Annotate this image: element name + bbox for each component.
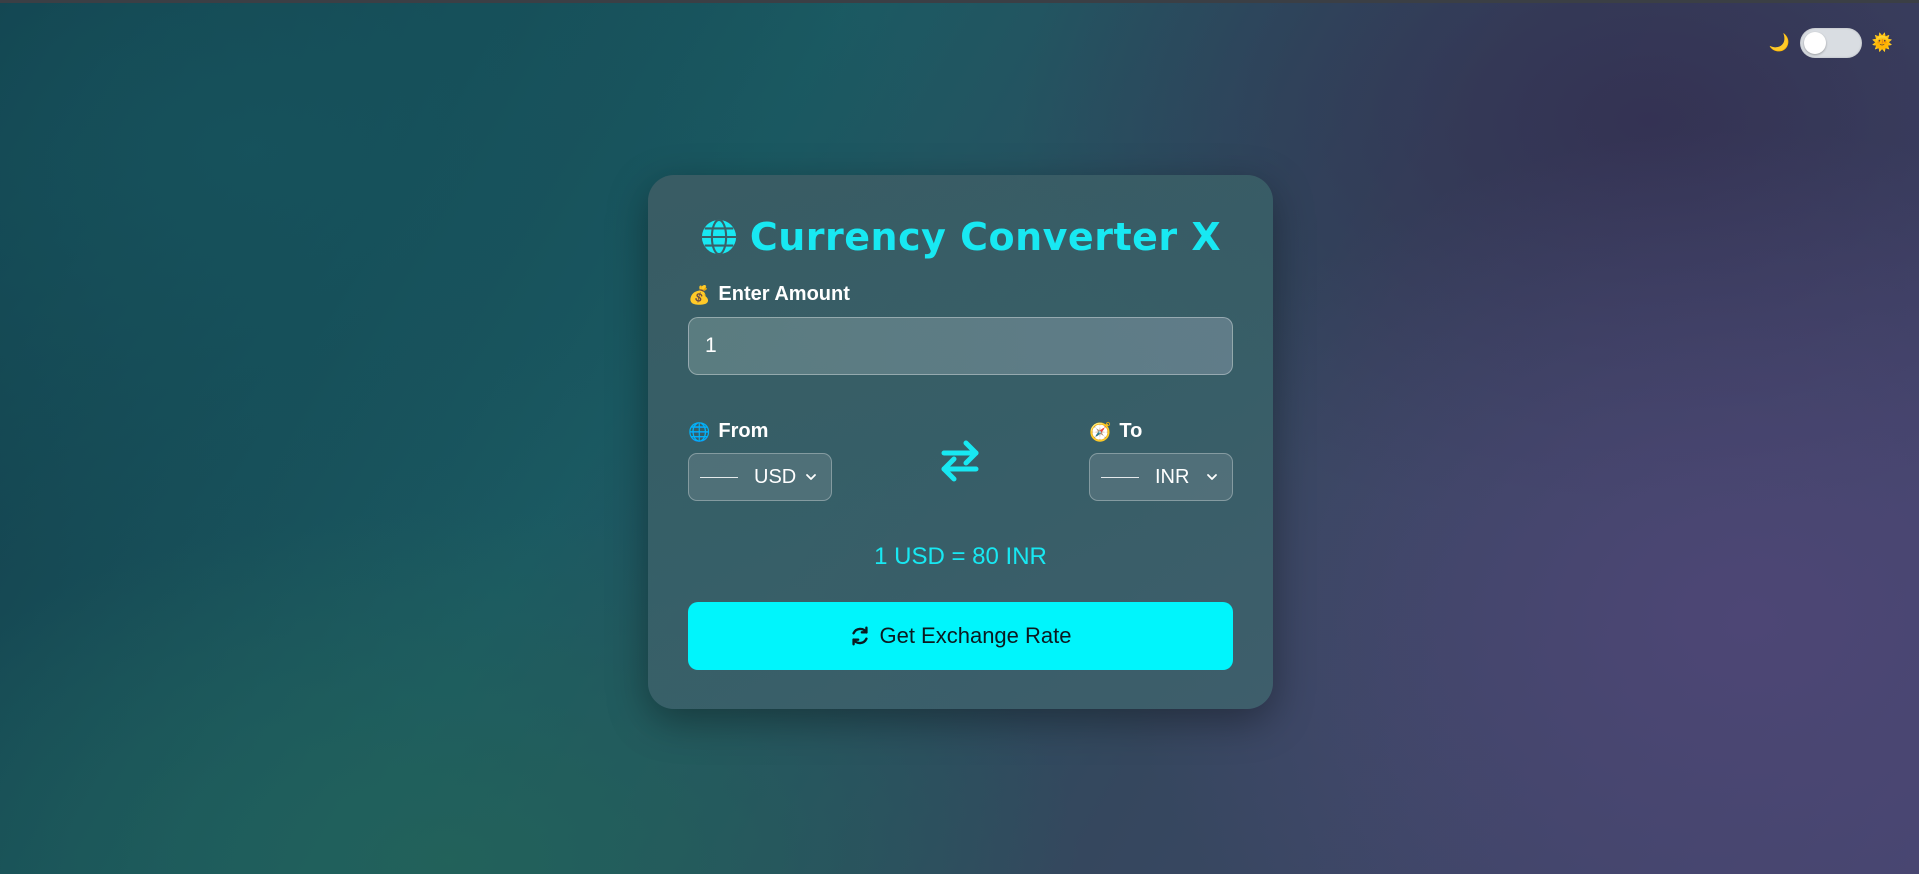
sun-icon: 🌞 <box>1871 32 1893 53</box>
theme-switch-knob[interactable] <box>1803 32 1826 54</box>
globe-small-icon: 🌐 <box>688 421 711 442</box>
title-text: Currency Converter X <box>749 215 1222 259</box>
get-exchange-rate-label: Get Exchange Rate <box>879 623 1072 648</box>
flag-placeholder <box>1101 476 1139 478</box>
amount-input[interactable] <box>688 317 1233 375</box>
amount-label-text: Enter Amount <box>718 283 850 305</box>
money-bag-icon: 💰 <box>688 284 711 305</box>
to-label-text: To <box>1119 420 1143 442</box>
amount-label: 💰 Enter Amount <box>688 283 850 306</box>
page-title: Currency Converter X <box>648 215 1273 259</box>
from-label-text: From <box>718 420 769 442</box>
from-currency-value: USD <box>754 465 797 488</box>
converter-card: Currency Converter X 💰 Enter Amount 🌐 Fr… <box>648 175 1273 709</box>
get-exchange-rate-button[interactable]: Get Exchange Rate <box>688 602 1233 670</box>
theme-toggle[interactable]: 🌙 🌞 <box>1769 28 1893 58</box>
flag-placeholder <box>700 476 738 478</box>
from-currency-select[interactable]: USD <box>688 453 832 501</box>
chevron-down-icon <box>806 474 816 480</box>
globe-icon <box>701 218 736 256</box>
to-currency-select[interactable]: INR <box>1089 453 1233 501</box>
from-label: 🌐 From <box>688 420 768 443</box>
compass-icon: 🧭 <box>1089 421 1112 442</box>
to-currency-value: INR <box>1155 465 1190 488</box>
window-top-strip <box>0 0 1919 3</box>
theme-switch[interactable] <box>1799 28 1862 58</box>
swap-arrows-icon <box>941 440 979 482</box>
sync-icon <box>852 626 869 646</box>
chevron-down-icon <box>1207 474 1217 480</box>
swap-currencies-button[interactable] <box>938 437 982 485</box>
moon-icon: 🌙 <box>1768 32 1790 53</box>
to-label: 🧭 To <box>1089 420 1142 443</box>
exchange-rate-result: 1 USD = 80 INR <box>874 543 1047 570</box>
